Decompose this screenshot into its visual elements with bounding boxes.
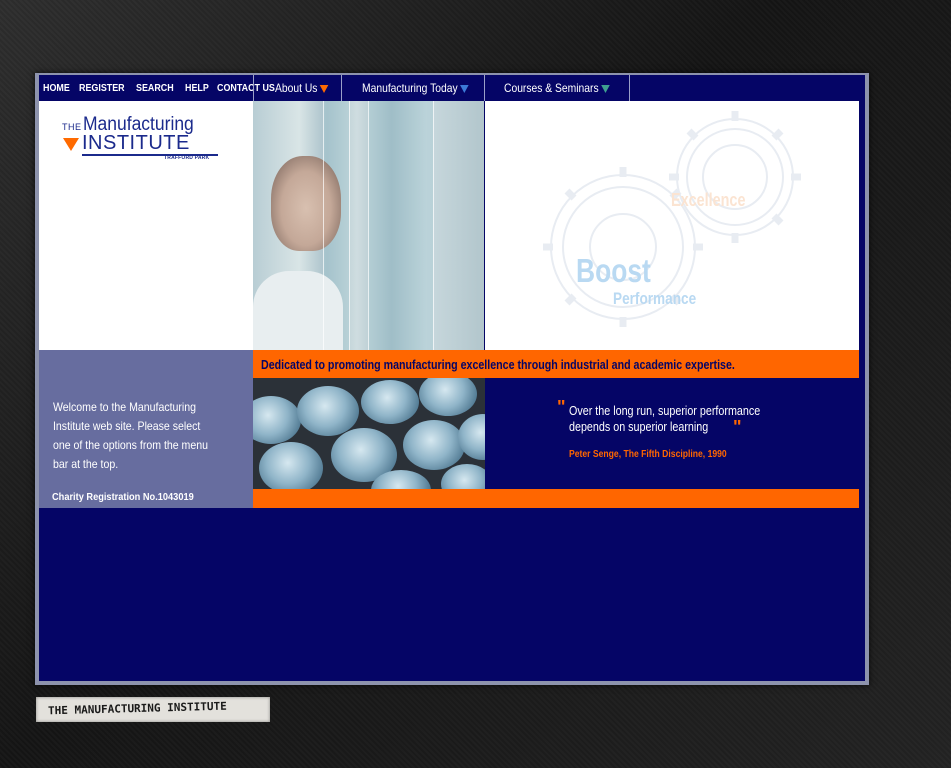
menu-courses-seminars[interactable]: Courses & Seminars — [504, 75, 610, 101]
menu-manufacturing-today-label: Manufacturing Today — [362, 81, 458, 95]
top-links: HOME REGISTER SEARCH HELP CONTACT US — [43, 75, 279, 101]
welcome-text: Welcome to the Manufacturing Institute w… — [53, 400, 208, 471]
dropdown-arrow-icon — [460, 84, 469, 93]
carpet-samples-photo — [253, 378, 485, 489]
scientist-figure — [271, 156, 341, 251]
close-quote-icon: " — [733, 417, 742, 437]
nav-search-link[interactable]: SEARCH — [136, 82, 174, 94]
nav-home-link[interactable]: HOME — [43, 82, 70, 94]
excellence-watermark: Excellence — [671, 190, 746, 210]
quote-citation: Peter Senge, The Fifth Discipline, 1990 — [569, 449, 727, 460]
nav-divider — [629, 75, 630, 101]
performance-heading: Performance — [613, 289, 697, 308]
menu-about-us-label: About Us — [275, 81, 318, 95]
nav-divider — [484, 75, 485, 101]
nav-divider — [341, 75, 342, 101]
menu-manufacturing-today[interactable]: Manufacturing Today — [362, 75, 469, 101]
nav-register-link[interactable]: REGISTER — [79, 82, 125, 94]
bottom-orange-bar — [253, 489, 859, 508]
logo-triangle-icon — [63, 138, 79, 151]
dropdown-arrow-icon — [320, 84, 329, 93]
tagline-text: Dedicated to promoting manufacturing exc… — [261, 357, 735, 372]
logo-location: TRAFFORD PARK — [164, 155, 210, 161]
open-quote-icon: " — [557, 397, 566, 417]
dropdown-arrow-icon — [601, 84, 610, 93]
quote-text: Over the long run, superior performance … — [569, 404, 761, 434]
boost-heading: Boost — [576, 252, 651, 289]
logo-institute: INSTITUTE — [82, 132, 190, 154]
menu-about-us[interactable]: About Us — [275, 75, 329, 101]
nav-contact-link[interactable]: CONTACT US — [217, 82, 275, 94]
logo-the: THE — [62, 122, 82, 132]
scientist-photo — [253, 101, 484, 350]
gears-graphic — [485, 101, 859, 350]
nav-divider — [253, 75, 254, 101]
nav-help-link[interactable]: HELP — [185, 82, 209, 94]
footer-stamp-text: THE MANUFACTURING INSTITUTE — [47, 699, 227, 718]
institute-logo[interactable]: THE Manufacturing INSTITUTE TRAFFORD PAR… — [62, 114, 232, 166]
nav-bar: HOME REGISTER SEARCH HELP CONTACT US Abo… — [39, 75, 865, 101]
footer-stamp: THE MANUFACTURING INSTITUTE — [36, 697, 270, 722]
menu-courses-seminars-label: Courses & Seminars — [504, 81, 599, 95]
charity-registration: Charity Registration No.1043019 — [52, 491, 194, 503]
